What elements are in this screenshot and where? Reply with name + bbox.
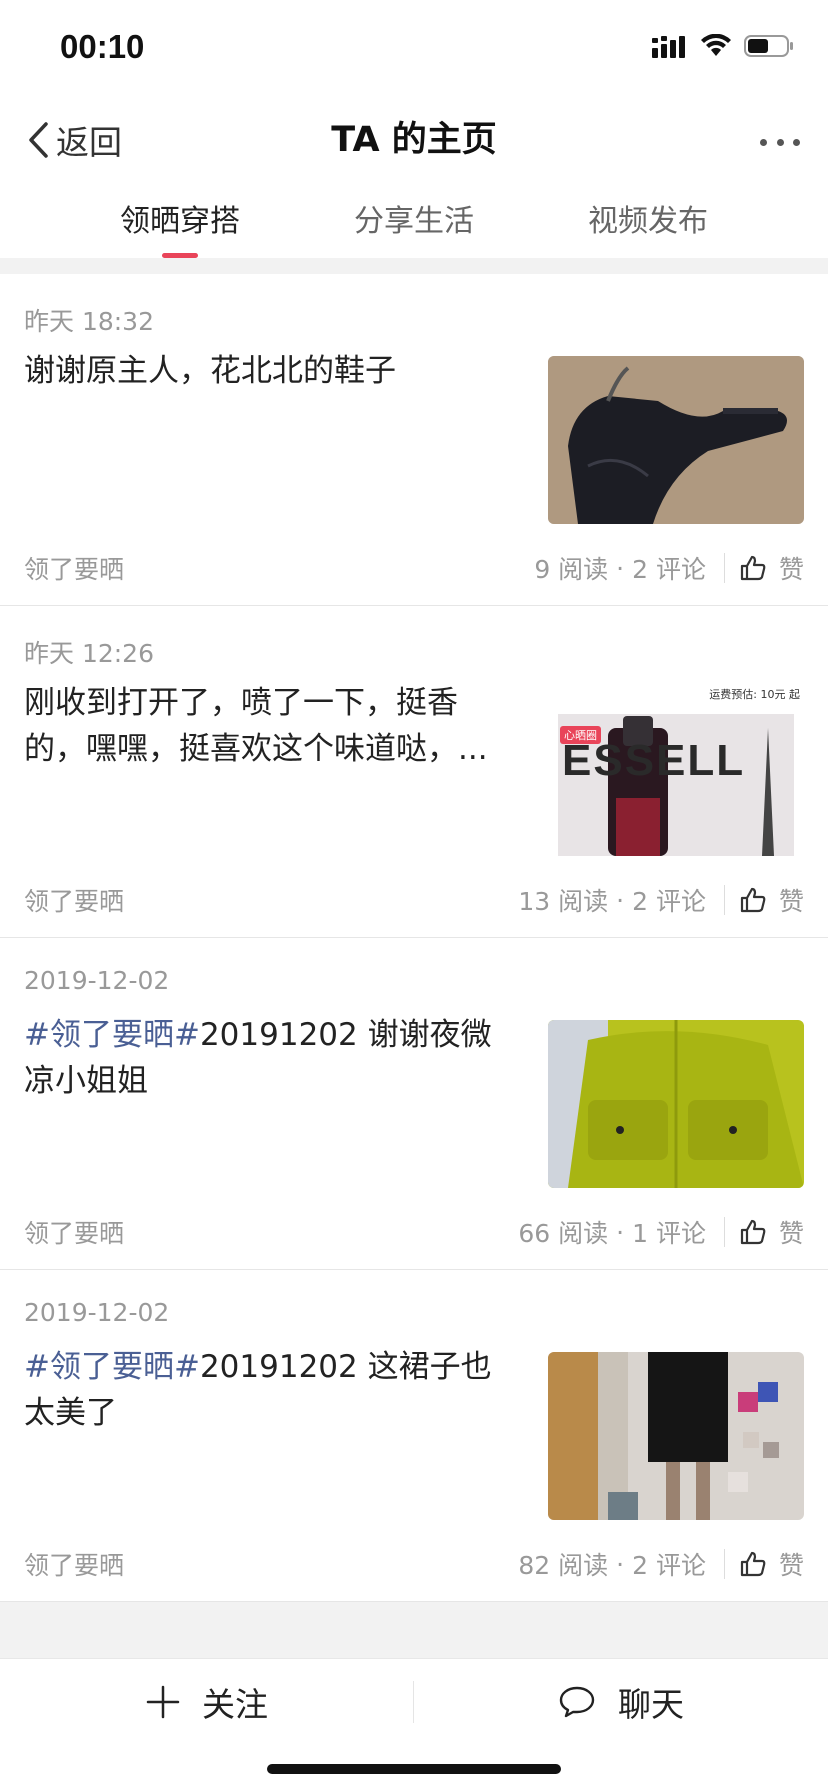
status-bar: 00:10	[0, 0, 828, 96]
post-text: 谢谢原主人，花北北的鞋子	[24, 353, 396, 389]
status-icons	[652, 34, 794, 58]
thumbs-up-icon	[740, 887, 766, 913]
like-button[interactable]: 赞	[739, 1546, 804, 1582]
page-title: TA 的主页	[331, 120, 497, 160]
status-time: 00:10	[60, 28, 145, 65]
post-source[interactable]: 领了要晒	[24, 1546, 124, 1582]
comment-count[interactable]: 2 评论	[632, 882, 706, 918]
signal-icon	[652, 36, 685, 58]
divider	[723, 553, 725, 583]
like-label: 赞	[778, 887, 804, 916]
post-footer: 领了要晒 66 阅读 · 1 评论 赞	[24, 1214, 804, 1250]
bottom-action-bar: 关注 聊天	[0, 1658, 828, 1744]
thumbs-up-icon	[740, 555, 766, 581]
battery-icon	[744, 35, 793, 57]
post-thumbnail[interactable]	[548, 356, 804, 524]
post-date: 昨天 18:32	[24, 307, 154, 336]
post-thumbnail[interactable]	[548, 1352, 804, 1520]
tab-video[interactable]: 视频发布	[531, 186, 765, 258]
plus-icon	[146, 1685, 180, 1718]
post-card[interactable]: 昨天 18:32 谢谢原主人，花北北的鞋子 领了要晒 9 阅读 · 2 评论 赞	[0, 274, 828, 606]
stat-separator: ·	[616, 885, 625, 915]
post-text: 刚收到打开了，喷了一下，挺香的，嘿嘿，挺喜欢这个味道哒，...	[24, 685, 488, 767]
like-label: 赞	[778, 1219, 804, 1248]
post-card[interactable]: 2019-12-02 #领了要晒#20191202 谢谢夜微凉小姐姐 领了要晒 …	[0, 938, 828, 1270]
divider	[723, 1217, 725, 1247]
tab-life[interactable]: 分享生活	[297, 186, 531, 258]
like-button[interactable]: 赞	[739, 550, 804, 586]
nav-bar: 返回 TA 的主页	[0, 96, 828, 190]
divider	[723, 885, 725, 915]
post-source[interactable]: 领了要晒	[24, 882, 124, 918]
read-count: 13 阅读	[518, 887, 609, 916]
chat-button[interactable]: 聊天	[414, 1659, 828, 1744]
read-count: 82 阅读	[518, 1551, 609, 1580]
post-date: 昨天 12:26	[24, 639, 154, 668]
read-count: 9 阅读	[534, 555, 609, 584]
post-date: 2019-12-02	[24, 966, 170, 995]
divider	[413, 1681, 414, 1723]
thumbs-up-icon	[740, 1551, 766, 1577]
thumb-banner: ESSELL	[562, 736, 746, 785]
divider	[723, 1549, 725, 1579]
hashtag-link[interactable]: #领了要晒#	[24, 1017, 200, 1053]
stat-separator: ·	[616, 1549, 625, 1579]
stat-separator: ·	[616, 1217, 625, 1247]
post-thumbnail[interactable]	[548, 1020, 804, 1188]
read-count: 66 阅读	[518, 1219, 609, 1248]
chat-bubble-icon	[559, 1686, 595, 1717]
post-source[interactable]: 领了要晒	[24, 1214, 124, 1250]
like-button[interactable]: 赞	[739, 882, 804, 918]
hashtag-link[interactable]: #领了要晒#	[24, 1349, 200, 1385]
comment-count[interactable]: 1 评论	[632, 1214, 706, 1250]
like-button[interactable]: 赞	[739, 1214, 804, 1250]
stat-separator: ·	[616, 553, 625, 583]
feed-end-spacer	[0, 1602, 828, 1658]
post-stats: 82 阅读 · 2 评论 赞	[518, 1546, 804, 1582]
divider-band	[0, 258, 828, 274]
post-stats: 13 阅读 · 2 评论 赞	[518, 882, 804, 918]
post-card[interactable]: 2019-12-02 #领了要晒#20191202 这裙子也太美了 领了要晒 8…	[0, 1270, 828, 1602]
post-feed: 昨天 18:32 谢谢原主人，花北北的鞋子 领了要晒 9 阅读 · 2 评论 赞…	[0, 274, 828, 1602]
like-label: 赞	[778, 1551, 804, 1580]
post-text: #领了要晒#20191202 这裙子也太美了	[24, 1349, 492, 1431]
post-text: #领了要晒#20191202 谢谢夜微凉小姐姐	[24, 1017, 492, 1099]
comment-count[interactable]: 2 评论	[632, 550, 706, 586]
follow-label: 关注	[202, 1684, 268, 1724]
post-footer: 领了要晒 13 阅读 · 2 评论 赞	[24, 882, 804, 918]
tab-outfit[interactable]: 领晒穿搭	[63, 186, 297, 258]
home-indicator[interactable]	[267, 1764, 561, 1774]
follow-button[interactable]: 关注	[0, 1659, 414, 1744]
post-footer: 领了要晒 9 阅读 · 2 评论 赞	[24, 550, 804, 586]
more-icon[interactable]	[760, 122, 800, 162]
like-label: 赞	[778, 555, 804, 584]
post-footer: 领了要晒 82 阅读 · 2 评论 赞	[24, 1546, 804, 1582]
post-thumbnail[interactable]: 运费预估: 10元 起 心晒圈 ESSELL	[548, 688, 804, 856]
tab-bar: 领晒穿搭 分享生活 视频发布	[0, 186, 828, 258]
wifi-icon	[701, 34, 731, 56]
post-stats: 9 阅读 · 2 评论 赞	[534, 550, 804, 586]
post-source[interactable]: 领了要晒	[24, 550, 124, 586]
chat-label: 聊天	[618, 1684, 684, 1724]
post-card[interactable]: 昨天 12:26 刚收到打开了，喷了一下，挺香的，嘿嘿，挺喜欢这个味道哒，...…	[0, 606, 828, 938]
post-date: 2019-12-02	[24, 1298, 170, 1327]
post-stats: 66 阅读 · 1 评论 赞	[518, 1214, 804, 1250]
comment-count[interactable]: 2 评论	[632, 1546, 706, 1582]
thumbs-up-icon	[740, 1219, 766, 1245]
